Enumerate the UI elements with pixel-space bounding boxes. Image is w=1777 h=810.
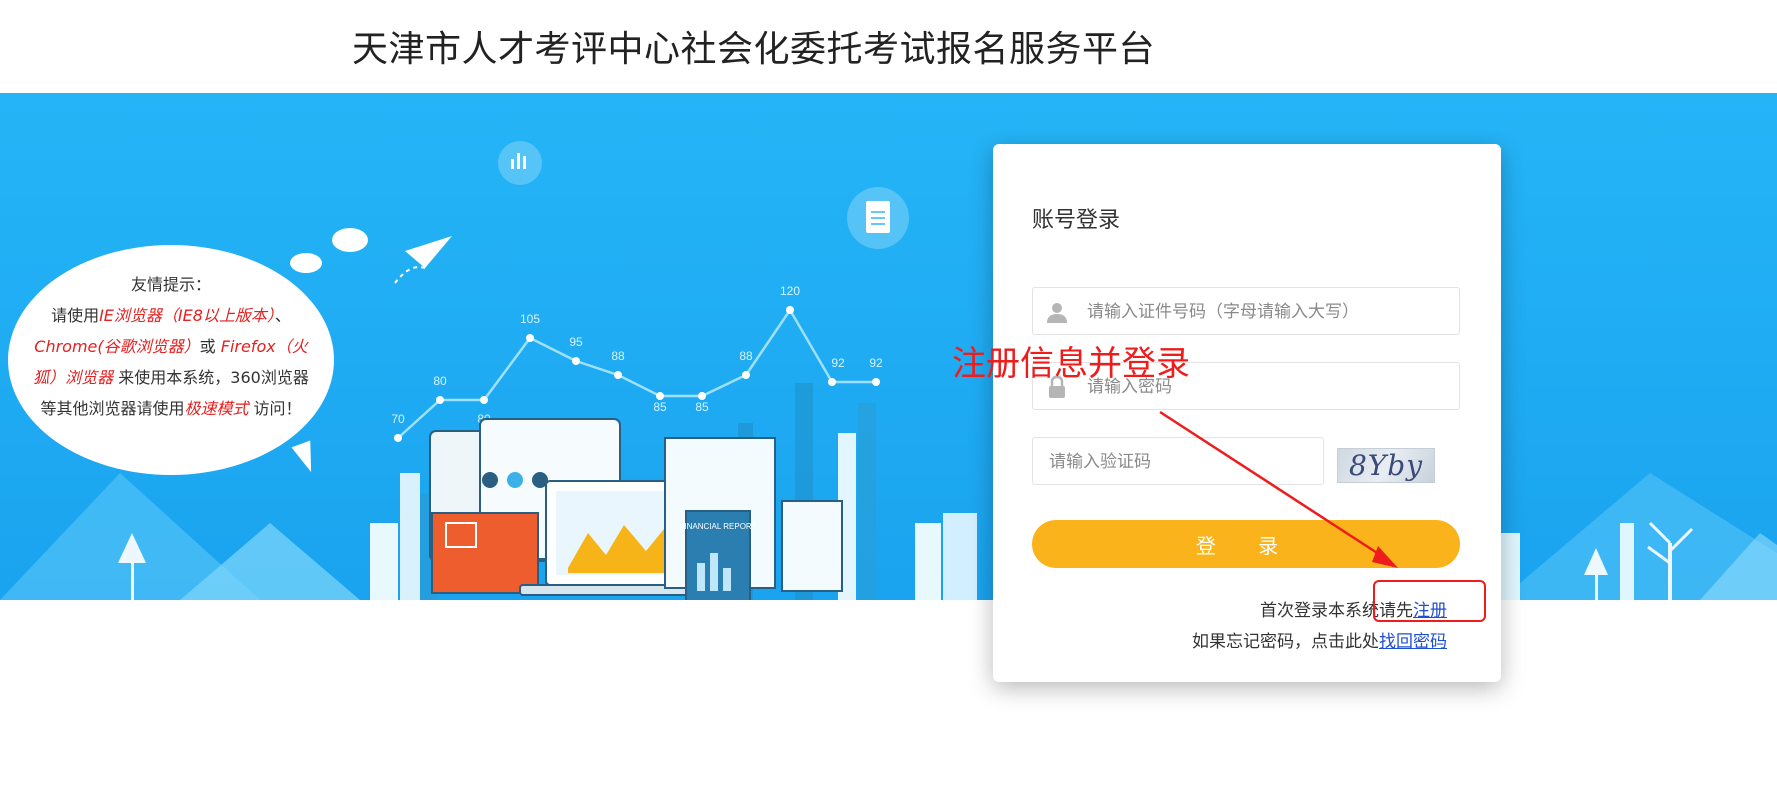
svg-text:92: 92 [831, 356, 845, 370]
tip-line-4: 等其他浏览器请使用极速模式 访问！ [40, 399, 302, 418]
tip-line-1: 请使用IE浏览器（IE8以上版本）、 [51, 306, 291, 325]
login-title: 账号登录 [1032, 208, 1121, 233]
id-number-field[interactable] [1032, 287, 1460, 336]
user-icon [1047, 303, 1067, 323]
captcha-input[interactable] [1047, 438, 1321, 486]
login-button[interactable]: 登 录 [1032, 520, 1460, 568]
hero-banner: 708080 1059588 858588 1209292 FIN [0, 93, 1777, 600]
ie-browser-text: IE浏览器（IE8以上版本） [99, 306, 275, 325]
forgot-password-line: 如果忘记密码，点击此处找回密码 [1192, 632, 1447, 652]
captcha-field[interactable] [1032, 437, 1324, 486]
svg-text:85: 85 [695, 400, 709, 414]
tip-line-3: 狐）浏览器 来使用本系统，360浏览器 [33, 368, 309, 387]
tip-bubble: 友情提示： 请使用IE浏览器（IE8以上版本）、 Chrome(谷歌浏览器）或 … [8, 245, 334, 475]
svg-text:88: 88 [611, 349, 625, 363]
svg-text:80: 80 [433, 374, 447, 388]
svg-text:95: 95 [569, 335, 583, 349]
svg-text:105: 105 [520, 312, 540, 326]
chrome-browser-text: Chrome(谷歌浏览器） [34, 337, 200, 356]
id-number-input[interactable] [1085, 288, 1449, 336]
svg-text:120: 120 [780, 284, 800, 298]
svg-text:70: 70 [391, 412, 405, 426]
page-header: 天津市人才考评中心社会化委托考试报名服务平台 [0, 0, 1777, 93]
financial-report-label: FINANCIAL REPORT [680, 522, 757, 531]
firefox-browser-text: Firefox（火 [220, 337, 308, 356]
svg-text:85: 85 [653, 400, 667, 414]
svg-text:88: 88 [739, 349, 753, 363]
tip-line-2: Chrome(谷歌浏览器）或 Firefox（火 [34, 337, 308, 356]
annotation-highlight-box [1373, 580, 1486, 622]
tip-heading: 友情提示： [130, 275, 211, 294]
paper-plane-icon [405, 236, 452, 268]
page-title: 天津市人才考评中心社会化委托考试报名服务平台 [352, 29, 1156, 70]
forgot-password-link[interactable]: 找回密码 [1379, 632, 1447, 652]
speed-mode-text: 极速模式 [184, 399, 249, 418]
captcha-image[interactable]: 8Yby [1337, 448, 1435, 483]
svg-text:92: 92 [869, 356, 883, 370]
annotation-text: 注册信息并登录 [952, 344, 1190, 384]
